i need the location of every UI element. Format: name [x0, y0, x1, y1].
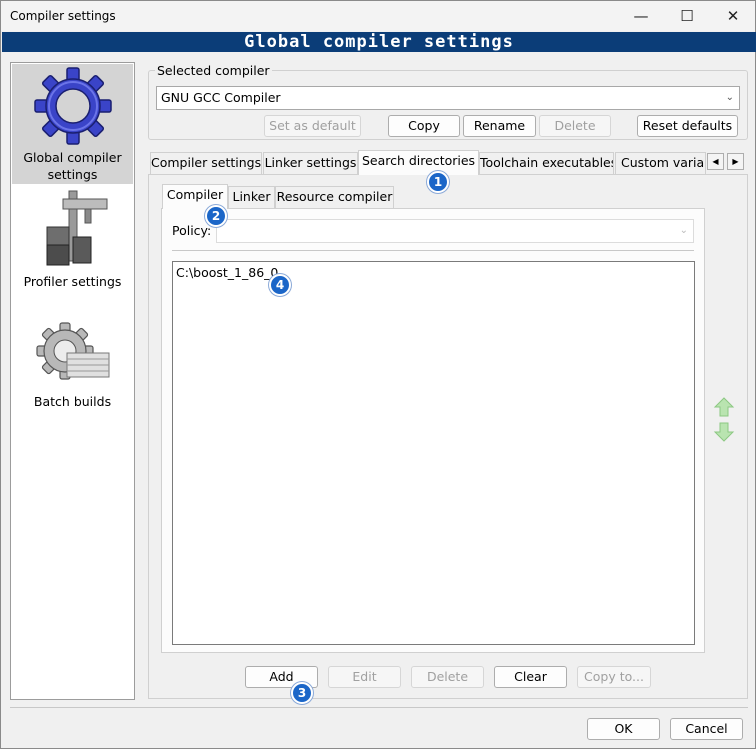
- tab-compiler-settings[interactable]: Compiler settings: [150, 152, 262, 174]
- policy-label: Policy:: [172, 223, 212, 238]
- move-down-button[interactable]: [713, 421, 735, 443]
- divider: [172, 250, 694, 251]
- copy-to-button[interactable]: Copy to...: [577, 666, 651, 688]
- chevron-down-icon: ⌄: [679, 225, 688, 236]
- page-banner: Global compiler settings: [2, 32, 756, 52]
- cancel-button[interactable]: Cancel: [670, 718, 743, 740]
- annotation-badge-1: 1: [427, 171, 449, 193]
- tab-search-directories[interactable]: Search directories: [358, 150, 479, 175]
- nav-item-label: Global compiler settings: [23, 150, 122, 182]
- tab-custom-variables[interactable]: Custom variab: [615, 152, 706, 174]
- arrow-down-icon: [713, 422, 735, 442]
- delete-compiler-button[interactable]: Delete: [539, 115, 611, 137]
- chevron-right-icon: ▶: [732, 157, 739, 166]
- nav-item-global-compiler[interactable]: Global compiler settings: [12, 64, 133, 184]
- tabs-scroll-left-button[interactable]: ◀: [707, 153, 724, 170]
- list-item[interactable]: C:\boost_1_86_0: [176, 265, 278, 280]
- tab-toolchain-executables[interactable]: Toolchain executables: [479, 152, 614, 174]
- annotation-badge-3: 3: [291, 682, 313, 704]
- nav-item-batch-builds[interactable]: Batch builds: [12, 321, 133, 417]
- policy-select[interactable]: ⌄: [216, 219, 694, 243]
- arrow-up-icon: [713, 397, 735, 417]
- nav-item-label: Batch builds: [33, 394, 112, 409]
- batch-gear-icon: [35, 322, 109, 380]
- chevron-left-icon: ◀: [712, 157, 719, 166]
- close-icon: ✕: [726, 7, 740, 25]
- tab-linker[interactable]: Linker: [228, 186, 275, 208]
- ok-button[interactable]: OK: [587, 718, 660, 740]
- minimize-icon: —: [633, 7, 649, 25]
- title-bar[interactable]: Compiler settings — ☐ ✕: [1, 1, 755, 31]
- annotation-badge-2: 2: [205, 205, 227, 227]
- directories-list[interactable]: C:\boost_1_86_0: [172, 261, 695, 645]
- gear-icon: [33, 67, 112, 145]
- maximize-icon: ☐: [680, 7, 694, 25]
- copy-compiler-button[interactable]: Copy: [388, 115, 460, 137]
- compiler-settings-window: Compiler settings — ☐ ✕ Global compiler …: [0, 0, 756, 749]
- caliper-icon: [46, 190, 107, 266]
- maximize-button[interactable]: ☐: [664, 1, 710, 31]
- tab-resource-compiler[interactable]: Resource compiler: [275, 186, 394, 208]
- set-as-default-button[interactable]: Set as default: [264, 115, 361, 137]
- clear-directories-button[interactable]: Clear: [494, 666, 567, 688]
- tab-linker-settings[interactable]: Linker settings: [263, 152, 358, 174]
- chevron-down-icon: ⌄: [725, 92, 734, 103]
- move-up-button[interactable]: [713, 396, 735, 418]
- minimize-button[interactable]: —: [618, 1, 664, 31]
- rename-compiler-button[interactable]: Rename: [463, 115, 536, 137]
- nav-item-profiler[interactable]: Profiler settings: [12, 189, 133, 293]
- tabs-scroll-right-button[interactable]: ▶: [727, 153, 744, 170]
- compiler-select-value: GNU GCC Compiler: [161, 90, 281, 105]
- settings-nav: Global compiler settings Profiler settin…: [10, 62, 135, 700]
- window-title: Compiler settings: [10, 9, 116, 23]
- annotation-badge-4: 4: [269, 274, 291, 296]
- compiler-select[interactable]: GNU GCC Compiler ⌄: [156, 86, 740, 110]
- footer-separator: [10, 707, 748, 708]
- delete-directory-button[interactable]: Delete: [411, 666, 484, 688]
- selected-compiler-label: Selected compiler: [155, 63, 272, 78]
- nav-item-label: Profiler settings: [23, 274, 122, 289]
- reset-defaults-button[interactable]: Reset defaults: [637, 115, 738, 137]
- close-button[interactable]: ✕: [710, 1, 756, 31]
- main-tabs: Compiler settings Linker settings Search…: [148, 150, 748, 175]
- edit-directory-button[interactable]: Edit: [328, 666, 401, 688]
- sub-tabs: Compiler Linker Resource compiler: [161, 184, 411, 209]
